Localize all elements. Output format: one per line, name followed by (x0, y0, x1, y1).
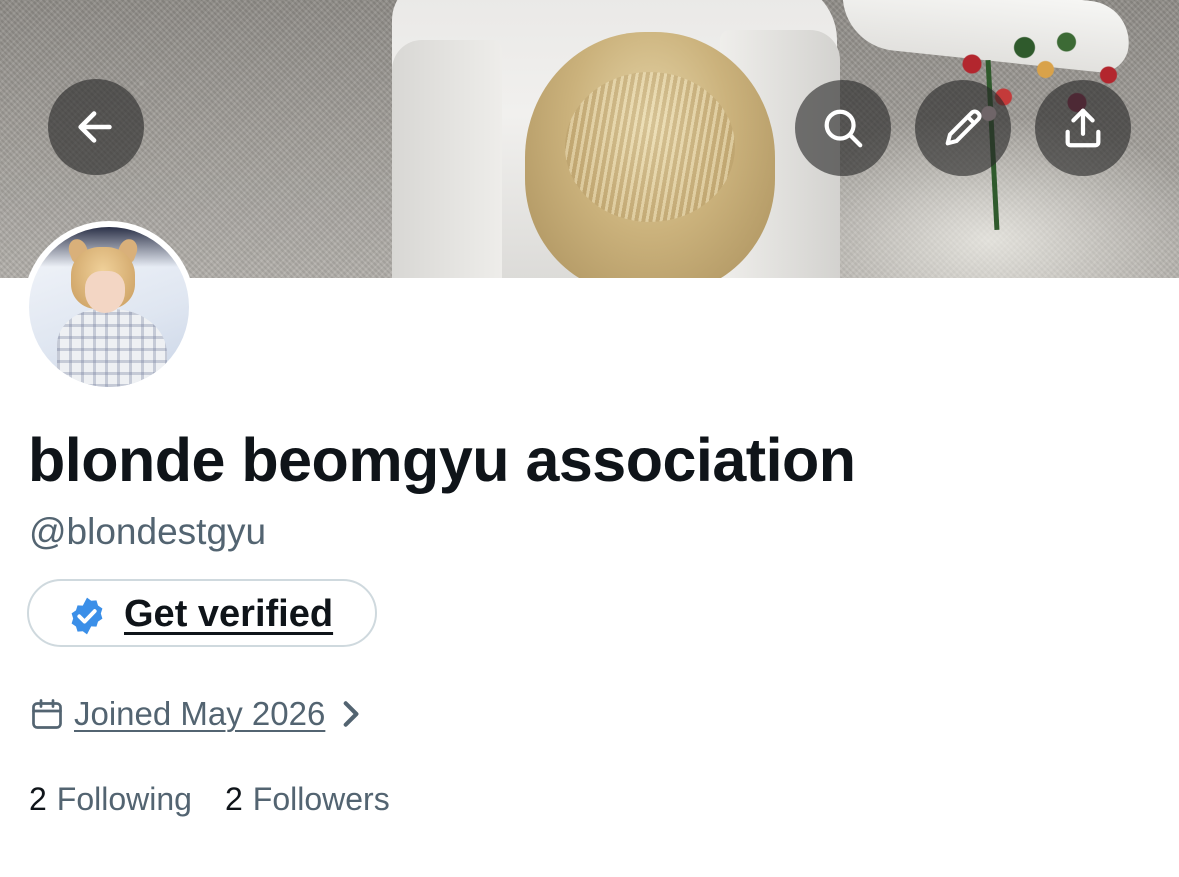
display-name: blonde beomgyu association (28, 426, 856, 494)
share-button[interactable] (1035, 80, 1131, 176)
followers-stat-link[interactable]: 2 Followers (225, 781, 390, 818)
username-handle: @blondestgyu (29, 511, 267, 552)
get-verified-label: Get verified (124, 593, 334, 635)
get-verified-button[interactable]: Get verified (27, 579, 377, 647)
avatar-plaid-shirt (57, 309, 167, 387)
following-count: 2 (29, 781, 47, 817)
edit-button[interactable] (915, 80, 1011, 176)
pencil-icon (945, 109, 982, 146)
follow-stats: 2 Following 2 Followers (29, 781, 390, 818)
arrow-left-icon (78, 111, 112, 143)
calendar-icon (32, 699, 62, 729)
back-button[interactable] (48, 79, 144, 175)
joined-date-text: Joined May 2026 (74, 695, 326, 732)
search-icon (824, 109, 863, 148)
avatar-face (85, 271, 125, 313)
avatar[interactable] (23, 221, 195, 393)
following-stat-link[interactable]: 2 Following (29, 781, 192, 818)
verified-badge-icon (71, 597, 103, 635)
followers-count: 2 (224, 781, 243, 817)
chevron-right-icon (344, 701, 359, 727)
followers-label: Followers (252, 781, 390, 817)
banner-hair (525, 32, 775, 278)
joined-date-link[interactable]: Joined May 2026 (29, 692, 363, 736)
avatar-photo (29, 227, 189, 387)
search-button[interactable] (795, 80, 891, 176)
banner-sleeve-left (392, 40, 502, 278)
following-label: Following (56, 781, 192, 817)
profile-page: blonde beomgyu association @blondestgyu … (0, 0, 1179, 877)
share-upload-icon (1065, 108, 1101, 148)
